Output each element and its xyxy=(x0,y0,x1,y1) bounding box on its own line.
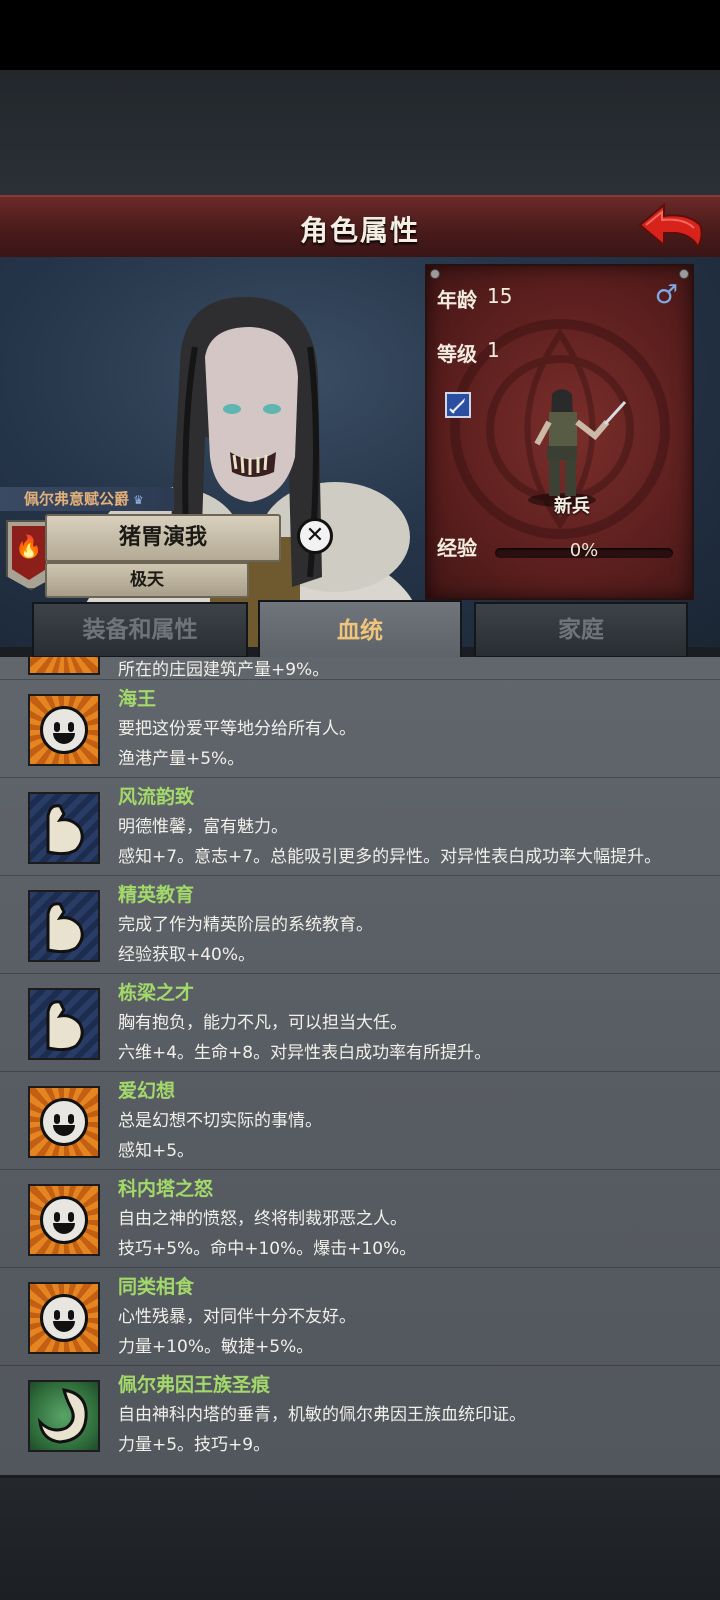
male-icon: ♂ xyxy=(654,280,678,310)
trait-effect: 六维+4。生命+8。对异性表白成功率有所提升。 xyxy=(118,1043,492,1063)
age-value: 15 xyxy=(487,284,513,308)
footer-background xyxy=(0,1478,720,1600)
trait-name: 爱幻想 xyxy=(118,1080,176,1102)
page-title: 角色属性 xyxy=(299,214,420,247)
back-arrow-icon xyxy=(638,202,703,250)
trait-effect: 感知+5。 xyxy=(118,1141,195,1161)
list-item[interactable]: 海王 要把这份爱平等地分给所有人。 渔港产量+5%。 xyxy=(0,679,720,778)
trait-name: 风流韵致 xyxy=(118,786,195,808)
trait-effect: 感知+7。意志+7。总能吸引更多的异性。对异性表白成功率大幅提升。 xyxy=(118,847,662,867)
trait-name: 海王 xyxy=(118,688,157,710)
crown-icon: ♛ xyxy=(133,493,144,507)
smile-icon xyxy=(28,1184,100,1256)
stat-panel: 年龄 15 ♂ 等级 1 新兵 经验 0% xyxy=(425,264,694,600)
trait-desc: 自由之神的愤怒，终将制裁邪恶之人。 xyxy=(118,1209,407,1229)
character-name[interactable]: 猪胃演我 xyxy=(45,514,281,562)
rivet-icon xyxy=(430,269,440,279)
trait-name: 同类相食 xyxy=(118,1276,195,1298)
title-bar: 角色属性 xyxy=(0,195,720,259)
level-value: 1 xyxy=(487,338,500,362)
noble-title-label: 佩尔弗意赋公爵 ♛ xyxy=(0,487,174,511)
back-button[interactable] xyxy=(636,201,706,253)
list-item[interactable]: 精英教育 完成了作为精英阶层的系统教育。 经验获取+40%。 xyxy=(0,875,720,974)
tab-bloodline[interactable]: 血统 xyxy=(258,600,462,660)
trait-desc: 胸有抱负，能力不凡，可以担当大任。 xyxy=(118,1013,407,1033)
list-item[interactable]: 同类相食 心性残暴，对同伴十分不友好。 力量+10%。敏捷+5%。 xyxy=(0,1267,720,1366)
tab-equipment[interactable]: 装备和属性 xyxy=(32,602,248,658)
trait-name: 栋梁之才 xyxy=(118,982,195,1004)
age-label: 年龄 xyxy=(437,288,477,312)
trait-effect: 经验获取+40%。 xyxy=(118,945,256,965)
trait-desc: 要把这份爱平等地分给所有人。 xyxy=(118,719,356,739)
trait-desc: 自由神科内塔的垂青，机敏的佩尔弗因王族血统印证。 xyxy=(118,1405,526,1425)
level-label: 等级 xyxy=(437,342,477,366)
trait-effect: 所在的庄园建筑产量+9%。 xyxy=(118,660,330,680)
exp-label: 经验 xyxy=(437,536,477,560)
unit-class-name: 新兵 xyxy=(554,496,590,517)
flame-icon: 🔥 xyxy=(12,526,46,580)
royal-seal-icon xyxy=(28,1380,100,1452)
trait-list[interactable]: 所在的庄园建筑产量+9%。 海王 要把这份爱平等地分给所有人。 渔港产量+5%。… xyxy=(0,657,720,1478)
dagger-icon[interactable] xyxy=(445,392,471,418)
trait-effect: 力量+10%。敏捷+5%。 xyxy=(118,1337,314,1357)
trait-effect: 渔港产量+5%。 xyxy=(118,749,245,769)
noble-title-text: 佩尔弗意赋公爵 xyxy=(24,490,130,508)
list-item[interactable]: 风流韵致 明德惟馨，富有魅力。 感知+7。意志+7。总能吸引更多的异性。对异性表… xyxy=(0,777,720,876)
muscle-arm-icon xyxy=(28,890,100,962)
tab-bar: 装备和属性 血统 家庭 xyxy=(0,600,720,660)
smile-icon xyxy=(28,1282,100,1354)
trait-desc: 完成了作为精英阶层的系统教育。 xyxy=(118,915,373,935)
header-background xyxy=(0,70,720,195)
muscle-arm-icon xyxy=(28,988,100,1060)
list-item[interactable]: 栋梁之才 胸有抱负，能力不凡，可以担当大任。 六维+4。生命+8。对异性表白成功… xyxy=(0,973,720,1072)
tab-family[interactable]: 家庭 xyxy=(474,602,688,658)
smile-icon xyxy=(28,657,100,675)
rivet-icon xyxy=(679,269,689,279)
list-item[interactable]: 爱幻想 总是幻想不切实际的事情。 感知+5。 xyxy=(0,1071,720,1170)
trait-desc: 总是幻想不切实际的事情。 xyxy=(118,1111,322,1131)
character-sub-label: 极天 xyxy=(45,562,249,598)
dismiss-button[interactable]: ✕ xyxy=(297,518,333,554)
trait-name: 佩尔弗因王族圣痕 xyxy=(118,1374,271,1396)
status-bar xyxy=(0,0,720,70)
trait-effect: 技巧+5%。命中+10%。爆击+10%。 xyxy=(118,1239,417,1259)
trait-name: 精英教育 xyxy=(118,884,195,906)
trait-effect: 力量+5。技巧+9。 xyxy=(118,1435,271,1455)
smile-icon xyxy=(28,694,100,766)
exp-value: 0% xyxy=(569,540,599,561)
muscle-arm-icon xyxy=(28,792,100,864)
trait-desc: 心性残暴，对同伴十分不友好。 xyxy=(118,1307,356,1327)
list-item[interactable]: 佩尔弗因王族圣痕 自由神科内塔的垂青，机敏的佩尔弗因王族血统印证。 力量+5。技… xyxy=(0,1365,720,1464)
smile-icon xyxy=(28,1086,100,1158)
trait-name: 科内塔之怒 xyxy=(118,1178,214,1200)
list-item[interactable]: 科内塔之怒 自由之神的愤怒，终将制裁邪恶之人。 技巧+5%。命中+10%。爆击+… xyxy=(0,1169,720,1268)
trait-desc: 明德惟馨，富有魅力。 xyxy=(118,817,288,837)
